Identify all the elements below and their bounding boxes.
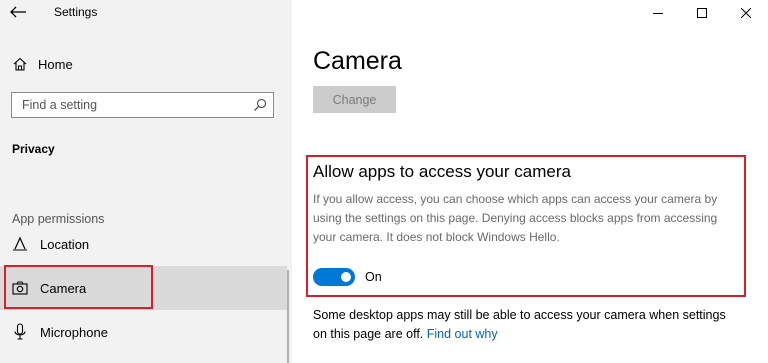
section-heading: Privacy [12,142,55,156]
home-icon [13,57,27,71]
sidebar-scrollbar[interactable] [287,270,289,363]
content-pane: Camera Change Allow apps to access your … [292,0,768,363]
close-icon [741,8,751,18]
section-description: If you allow access, you can choose whic… [313,192,718,244]
search-icon[interactable] [253,98,267,112]
sidebar: Settings Home Privacy App permissions Lo… [0,0,292,363]
close-button[interactable] [724,0,768,26]
section-title: Allow apps to access your camera [313,162,571,181]
sidebar-item-label: Camera [40,280,87,296]
sidebar-item-label: Location [40,236,90,252]
maximize-icon [697,8,707,18]
find-out-why-link[interactable]: Find out why [427,327,498,341]
title-bar: Settings [0,0,292,26]
location-icon [11,235,29,253]
maximize-button[interactable] [680,0,724,26]
camera-access-toggle[interactable] [313,268,355,286]
search-input[interactable] [12,93,252,117]
desktop-apps-note: Some desktop apps may still be able to a… [313,306,743,344]
back-arrow-icon[interactable] [8,4,28,20]
minimize-icon [653,13,663,14]
page-title: Camera [313,47,402,75]
toggle-state-label: On [365,270,382,284]
search-box[interactable] [11,92,274,118]
sidebar-item-microphone[interactable]: Microphone [0,310,287,354]
change-button[interactable]: Change [313,86,396,113]
window-controls [636,0,768,26]
app-title: Settings [54,5,98,19]
sidebar-item-camera[interactable]: Camera [0,266,287,310]
sidebar-item-location[interactable]: Location [0,222,287,266]
microphone-icon [11,323,29,341]
nav-home[interactable]: Home [12,52,282,76]
note-text: Some desktop apps may still be able to a… [313,308,726,341]
toggle-knob [341,272,351,282]
nav-home-label: Home [38,56,73,72]
camera-icon [11,279,29,297]
minimize-button[interactable] [636,0,680,26]
sidebar-item-label: Microphone [40,324,108,340]
